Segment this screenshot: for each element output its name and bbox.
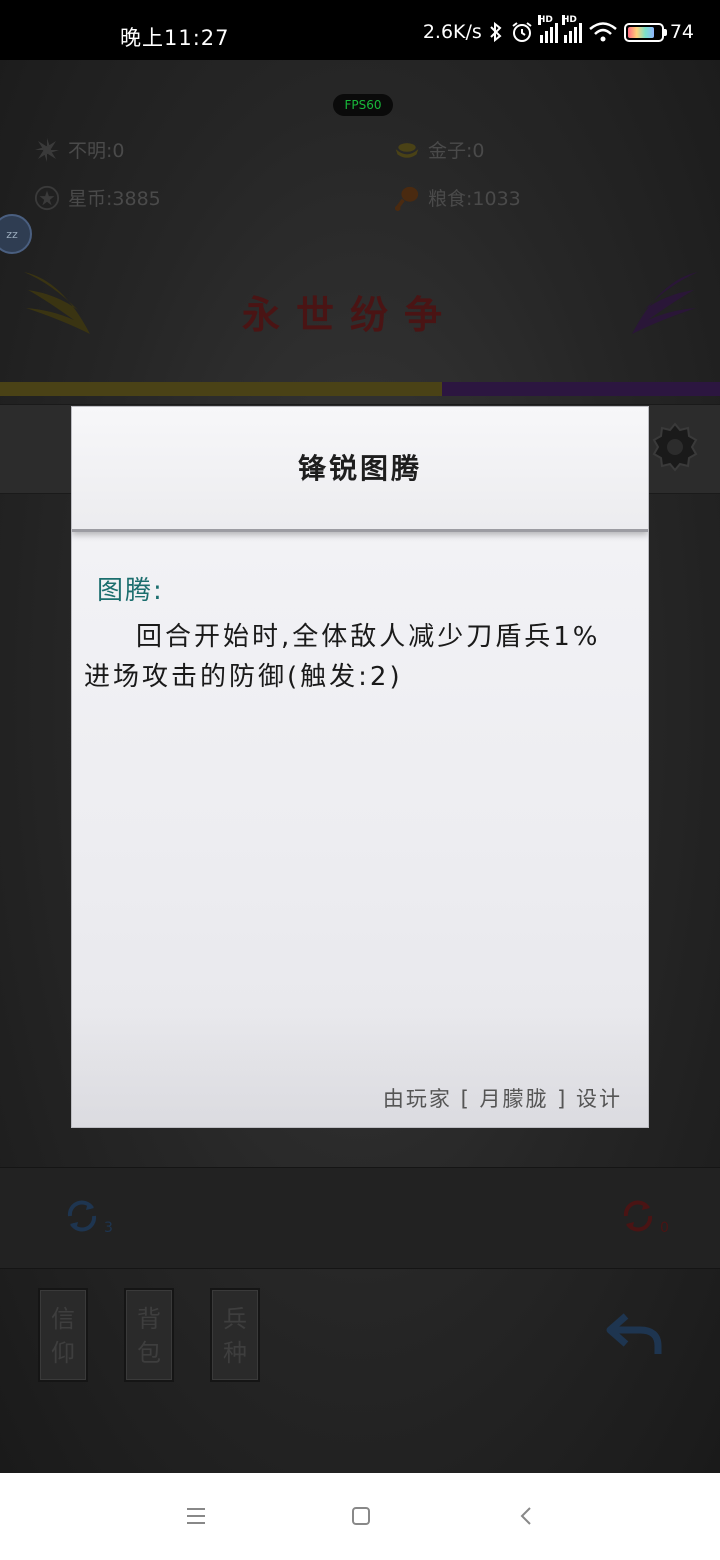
fps-counter: FPS60: [333, 94, 393, 116]
pinwheel-icon: [34, 137, 60, 163]
battery-icon: [623, 22, 667, 42]
totem-label: 图腾:: [97, 576, 164, 606]
star-coin-icon: [34, 185, 60, 211]
left-refresh-button[interactable]: 3: [62, 1196, 113, 1236]
faith-button[interactable]: 信 仰: [38, 1288, 88, 1382]
menu-icon[interactable]: [181, 1501, 211, 1531]
totem-description: 回合开始时,全体敌人减少刀盾兵1%进场攻击的防御(触发:2): [84, 622, 601, 692]
status-icons: 2.6K/s HD HD 74: [422, 15, 694, 44]
gold-ingot-icon: [394, 137, 420, 163]
dialog-header: 锋锐图腾: [72, 407, 648, 532]
right-refresh-count: 0: [660, 1220, 669, 1236]
bluetooth-icon: [490, 21, 502, 43]
signal-icon-1: HD: [537, 15, 558, 43]
resource-gold-label: 金子:0: [428, 140, 485, 162]
resource-unknown: 不明:0: [34, 136, 125, 163]
system-nav-bar: [0, 1473, 720, 1560]
backpack-label-1: 背: [137, 1305, 161, 1333]
square-icon[interactable]: [346, 1501, 376, 1531]
resource-star-coins: 星币:3885: [34, 184, 161, 211]
battle-banner: 永世纷争: [0, 228, 720, 388]
refresh-icon: [623, 1200, 653, 1232]
left-refresh-count: 3: [104, 1220, 113, 1236]
battery-percent: 74: [669, 21, 694, 43]
wifi-icon: [589, 22, 617, 42]
app-root: 晚上11:27 2.6K/s HD HD 74 FPS60 不明:0 金子:0 …: [0, 0, 720, 1560]
dialog-title: 锋锐图腾: [297, 452, 422, 485]
right-wing-icon: [632, 272, 698, 334]
right-refresh-button[interactable]: 0: [618, 1196, 669, 1236]
backpack-label-2: 包: [137, 1339, 161, 1367]
signal-icon-2: HD: [561, 15, 582, 43]
status-bar: 晚上11:27 2.6K/s HD HD 74: [0, 0, 720, 60]
left-team-bar: [0, 382, 442, 396]
back-chevron-icon[interactable]: [512, 1501, 542, 1531]
resource-food: 粮食:1033: [394, 184, 521, 211]
net-speed: 2.6K/s: [422, 21, 482, 43]
resource-gold: 金子:0: [394, 136, 485, 163]
resource-food-label: 粮食:1033: [428, 188, 521, 210]
alarm-icon: [512, 22, 532, 42]
totem-detail-dialog[interactable]: 锋锐图腾 图腾: 回合开始时,全体敌人减少刀盾兵1%进场攻击的防御(触发:2) …: [72, 407, 648, 1127]
right-team-bar: [442, 382, 720, 396]
drumstick-icon: [394, 185, 420, 211]
faith-label-2: 仰: [51, 1339, 75, 1367]
refresh-icon: [67, 1200, 97, 1232]
troop-type-label-2: 种: [223, 1339, 247, 1367]
team-power-bar: [0, 382, 720, 396]
status-time: 晚上11:27: [120, 26, 230, 50]
resource-star-coins-label: 星币:3885: [68, 188, 161, 210]
troop-type-label-1: 兵: [223, 1305, 247, 1333]
troop-type-button[interactable]: 兵 种: [210, 1288, 260, 1382]
designer-credit: 由玩家 [ 月朦胧 ] 设计: [382, 1087, 622, 1111]
backpack-button[interactable]: 背 包: [124, 1288, 174, 1382]
undo-arrow-icon[interactable]: [604, 1310, 664, 1360]
battle-title: 永世纷争: [241, 293, 458, 337]
resource-unknown-label: 不明:0: [68, 140, 125, 162]
faith-label-1: 信: [51, 1305, 75, 1333]
settings-gear-icon[interactable]: [648, 420, 702, 474]
